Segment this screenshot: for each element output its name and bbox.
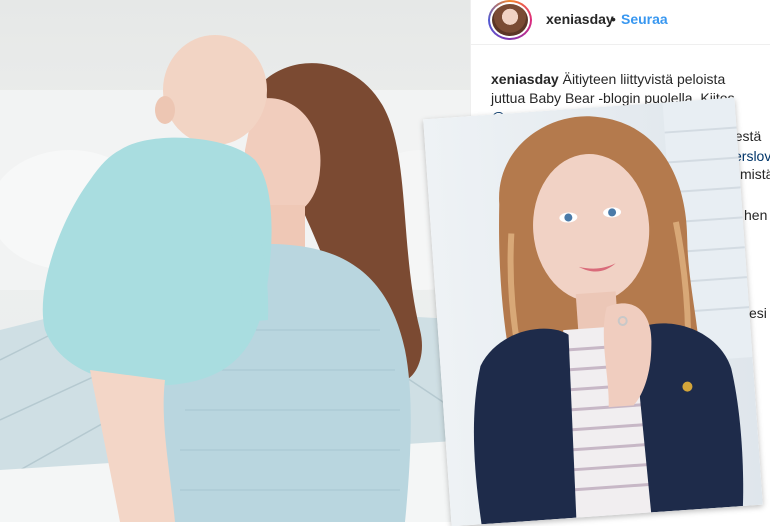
caption-text-line1: Äitiyteen liittyvistä peloista xyxy=(558,71,726,87)
caption-fragment-erslove[interactable]: erslove xyxy=(734,148,770,164)
follow-button[interactable]: Seuraa xyxy=(621,11,668,27)
post-header: xeniasday • Seuraa xyxy=(471,0,770,45)
baby-head xyxy=(163,35,267,145)
main-photo xyxy=(0,0,470,522)
separator-dot: • xyxy=(611,11,616,27)
avatar-image xyxy=(492,4,528,36)
avatar-border xyxy=(490,2,530,38)
mother-baby-photo xyxy=(0,35,470,522)
caption-username[interactable]: xeniasday xyxy=(491,71,559,87)
username-link[interactable]: xeniasday xyxy=(546,11,614,27)
caption-fragment-hen: hen xyxy=(744,207,768,223)
portrait-photo xyxy=(423,97,763,526)
woman-portrait xyxy=(423,97,763,526)
profile-avatar[interactable] xyxy=(488,0,532,40)
caption-fragment-mista: mistä xyxy=(740,166,770,182)
caption-fragment-esi: esi xyxy=(749,305,767,321)
